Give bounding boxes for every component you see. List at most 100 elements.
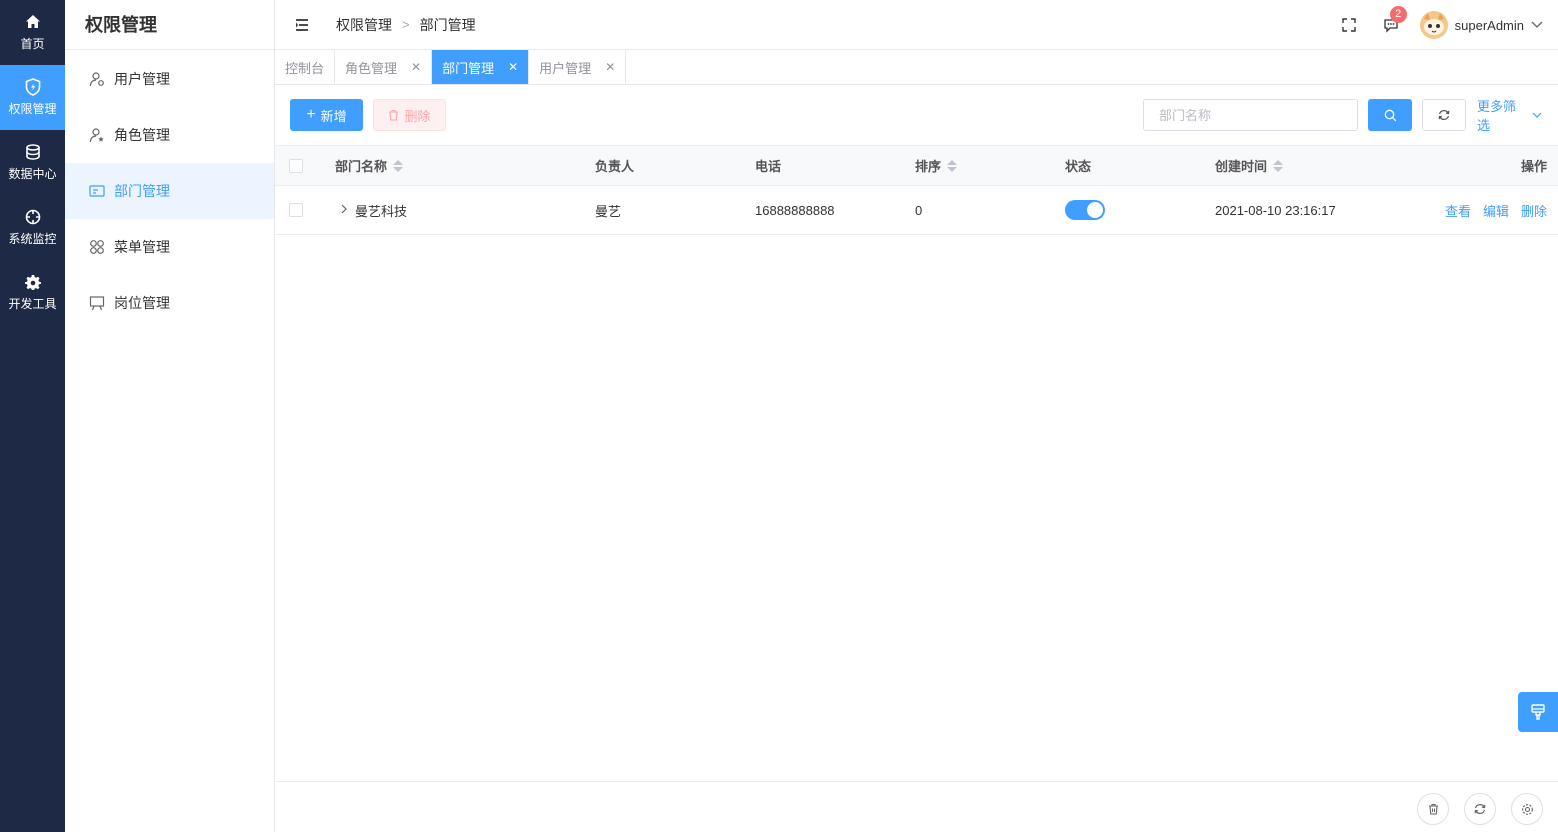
delete-button[interactable]: 删除: [373, 99, 446, 131]
shield-icon: [24, 78, 42, 96]
tab-label: 部门管理: [442, 60, 495, 76]
sidebar-item-label: 岗位管理: [114, 295, 170, 311]
username[interactable]: superAdmin: [1455, 18, 1524, 33]
sidebar-item-label: 菜单管理: [114, 239, 170, 255]
cell-created-time: 2021-08-10 23:16:17: [1215, 186, 1336, 234]
tab-role-management[interactable]: 角色管理 ✕: [335, 50, 433, 84]
sidebar-item-menu-management[interactable]: 菜单管理: [65, 219, 274, 275]
trash-icon: [1428, 803, 1439, 815]
plus-icon: +: [306, 106, 316, 123]
gear-icon: [24, 273, 42, 291]
refresh-button[interactable]: [1422, 99, 1466, 131]
sidebar-item-user-management[interactable]: 用户管理: [65, 51, 274, 107]
edit-link[interactable]: 编辑: [1483, 201, 1509, 220]
header-select-all: [289, 146, 303, 185]
rail-item-dev-tools[interactable]: 开发工具: [0, 260, 65, 325]
cell-leader: 曼艺: [595, 186, 621, 234]
more-filter-toggle[interactable]: 更多筛选: [1477, 99, 1542, 133]
main-nav-rail: 首页 权限管理 数据中心 系统监控 开发工具: [0, 0, 65, 832]
column-header-created[interactable]: 创建时间: [1215, 146, 1284, 185]
menu-toggle-icon[interactable]: [296, 17, 312, 33]
column-header-label: 状态: [1065, 159, 1092, 174]
table-row[interactable]: 曼艺科技 曼艺 16888888888 0 2021-08-10 23:16:1…: [275, 186, 1558, 235]
top-header: 权限管理 > 部门管理 2 superAdmin: [275, 0, 1558, 50]
close-icon[interactable]: ✕: [605, 60, 615, 74]
rail-item-monitor[interactable]: 系统监控: [0, 195, 65, 260]
search-icon: [1384, 109, 1397, 122]
row-select: [289, 186, 303, 234]
delete-link[interactable]: 删除: [1521, 201, 1547, 220]
search-button[interactable]: [1368, 99, 1412, 131]
sort-value: 0: [915, 202, 923, 218]
message-count-badge: 2: [1389, 6, 1407, 23]
rail-item-home[interactable]: 首页: [0, 0, 65, 65]
column-header-status: 状态: [1065, 146, 1091, 185]
breadcrumb-item[interactable]: 权限管理: [336, 15, 392, 35]
column-header-sort[interactable]: 排序: [915, 146, 958, 185]
sidebar-item-label: 用户管理: [114, 71, 170, 87]
rail-item-label: 首页: [20, 37, 45, 51]
sidebar-item-position-management[interactable]: 岗位管理: [65, 275, 274, 331]
message-icon[interactable]: 2: [1382, 6, 1407, 34]
chevron-down-icon[interactable]: [1528, 16, 1546, 34]
breadcrumb-separator-icon: >: [402, 17, 410, 32]
brush-icon: [1529, 703, 1547, 721]
settings-button[interactable]: [1511, 793, 1543, 825]
sort-icon[interactable]: [393, 159, 404, 172]
cell-actions: 查看 编辑 删除: [1433, 186, 1547, 234]
gear-icon: [1521, 803, 1534, 816]
clear-cache-button[interactable]: [1417, 793, 1449, 825]
sidebar-item-role-management[interactable]: 角色管理: [65, 107, 274, 163]
department-name-search-input[interactable]: [1143, 99, 1358, 131]
easel-icon: [89, 295, 105, 311]
cell-department-name: 曼艺科技: [341, 186, 407, 234]
user-star-icon: [89, 127, 105, 143]
column-header-label: 排序: [915, 159, 942, 174]
sidebar-item-department-management[interactable]: 部门管理: [65, 163, 274, 219]
row-checkbox[interactable]: [289, 203, 303, 217]
column-header-label: 创建时间: [1215, 159, 1268, 174]
tab-department-management[interactable]: 部门管理 ✕: [432, 50, 530, 84]
rail-item-data-center[interactable]: 数据中心: [0, 130, 65, 195]
floating-theme-button[interactable]: [1518, 692, 1558, 732]
sidebar-item-label: 角色管理: [114, 127, 170, 143]
column-header-phone: 电话: [755, 146, 781, 185]
close-icon[interactable]: ✕: [508, 60, 518, 74]
toggle-knob: [1087, 202, 1103, 218]
cell-phone: 16888888888: [755, 186, 835, 234]
id-card-icon: [89, 183, 105, 199]
rail-item-permission[interactable]: 权限管理: [0, 65, 65, 130]
trash-icon: [388, 109, 399, 121]
delete-button-label: 删除: [404, 108, 431, 124]
sub-menu: 权限管理 用户管理 角色管理 部门管理 菜单管理 岗位管理: [65, 0, 275, 832]
sidebar-item-label: 部门管理: [114, 183, 170, 199]
fullscreen-icon[interactable]: [1340, 16, 1358, 34]
column-header-name[interactable]: 部门名称: [335, 146, 404, 185]
column-header-label: 电话: [755, 159, 782, 174]
add-button[interactable]: + 新增: [290, 99, 363, 131]
refresh-icon: [1438, 109, 1450, 121]
tab-label: 控制台: [285, 60, 325, 76]
footer-bar: [275, 781, 1558, 832]
reload-button[interactable]: [1464, 793, 1496, 825]
tab-user-management[interactable]: 用户管理 ✕: [529, 50, 627, 84]
close-icon[interactable]: ✕: [411, 60, 421, 74]
leader-value: 曼艺: [595, 203, 622, 219]
rail-item-label: 权限管理: [8, 102, 57, 116]
tab-console[interactable]: 控制台: [275, 50, 336, 84]
column-header-label: 部门名称: [335, 159, 388, 174]
status-toggle[interactable]: [1065, 200, 1105, 220]
tab-label: 角色管理: [345, 60, 398, 76]
sort-icon[interactable]: [1273, 159, 1284, 172]
monitor-icon: [24, 208, 42, 226]
rail-item-label: 数据中心: [8, 167, 57, 181]
view-link[interactable]: 查看: [1445, 201, 1471, 220]
home-icon: [24, 13, 42, 31]
select-all-checkbox[interactable]: [289, 158, 303, 173]
sort-icon[interactable]: [947, 159, 958, 172]
breadcrumb-current: 部门管理: [419, 16, 476, 33]
chevron-right-icon[interactable]: [341, 203, 347, 217]
avatar[interactable]: [1419, 11, 1448, 39]
breadcrumb: 权限管理 > 部门管理: [336, 15, 476, 35]
department-table: 部门名称 负责人 电话 排序 状态 创建时间 操作 曼艺科技 曼艺 168888…: [275, 145, 1558, 235]
